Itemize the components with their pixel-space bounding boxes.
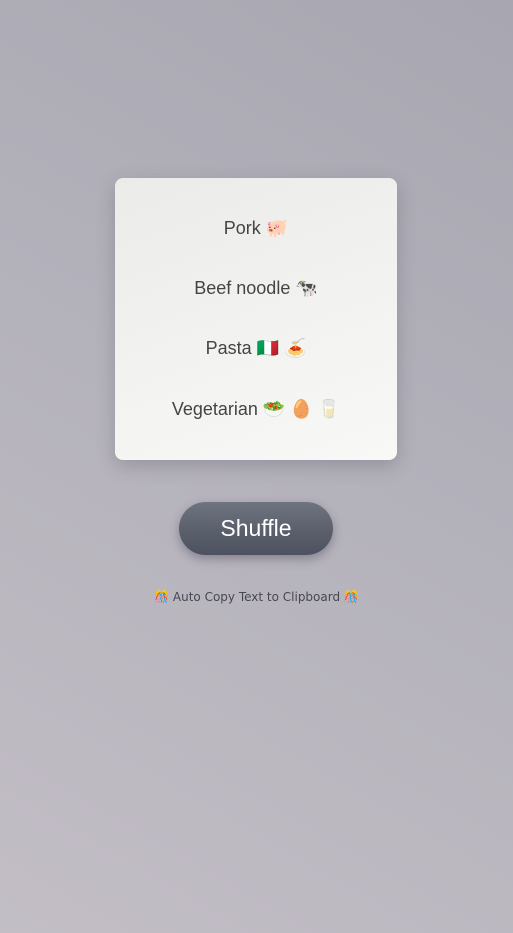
menu-item-beef-noodle[interactable]: Beef noodle 🐄 bbox=[115, 276, 397, 300]
shuffle-button[interactable]: Shuffle bbox=[179, 502, 333, 555]
menu-item-vegetarian[interactable]: Vegetarian 🥗 🥚 🥛 bbox=[115, 397, 397, 421]
menu-card: Pork 🐖 Beef noodle 🐄 Pasta 🇮🇹 🍝 Vegetari… bbox=[115, 178, 397, 460]
menu-item-pork[interactable]: Pork 🐖 bbox=[115, 216, 397, 240]
clipboard-hint: 🎊 Auto Copy Text to Clipboard 🎊 bbox=[154, 590, 359, 604]
menu-item-pasta[interactable]: Pasta 🇮🇹 🍝 bbox=[115, 336, 397, 360]
